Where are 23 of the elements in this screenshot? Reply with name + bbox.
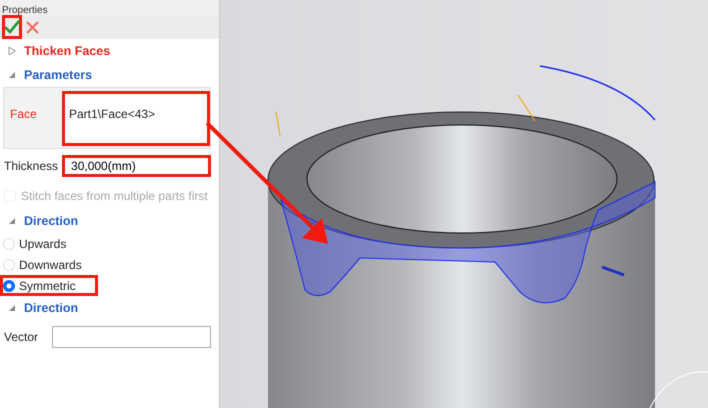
collapse-icon[interactable] bbox=[8, 71, 16, 79]
radio-button[interactable] bbox=[3, 280, 15, 292]
face-label: Face bbox=[9, 106, 38, 123]
field-label: Vector bbox=[4, 329, 38, 346]
close-icon bbox=[26, 20, 39, 34]
ok-button[interactable] bbox=[2, 15, 22, 39]
radio-label: Symmetric bbox=[19, 278, 76, 294]
radio-label: Upwards bbox=[19, 236, 66, 252]
section-title: Direction bbox=[24, 300, 78, 317]
input-field[interactable] bbox=[52, 326, 211, 348]
input-field[interactable]: 30,000(mm) bbox=[62, 155, 211, 177]
expand-icon[interactable] bbox=[8, 47, 16, 55]
face-selection-field[interactable]: Part1\Face<43> bbox=[62, 91, 210, 146]
checkmark-icon bbox=[4, 20, 20, 34]
field-label: Thickness bbox=[4, 158, 58, 175]
section-title: Parameters bbox=[24, 66, 92, 84]
section-title: Thicken Faces bbox=[24, 42, 110, 60]
collapse-icon[interactable] bbox=[8, 217, 16, 225]
radio-label: Downwards bbox=[19, 256, 82, 274]
section-title: Direction bbox=[24, 212, 78, 230]
checkbox-label: Stitch faces from multiple parts first bbox=[21, 188, 208, 205]
collapse-icon[interactable] bbox=[8, 304, 16, 312]
panel-title: Properties bbox=[1, 4, 48, 18]
